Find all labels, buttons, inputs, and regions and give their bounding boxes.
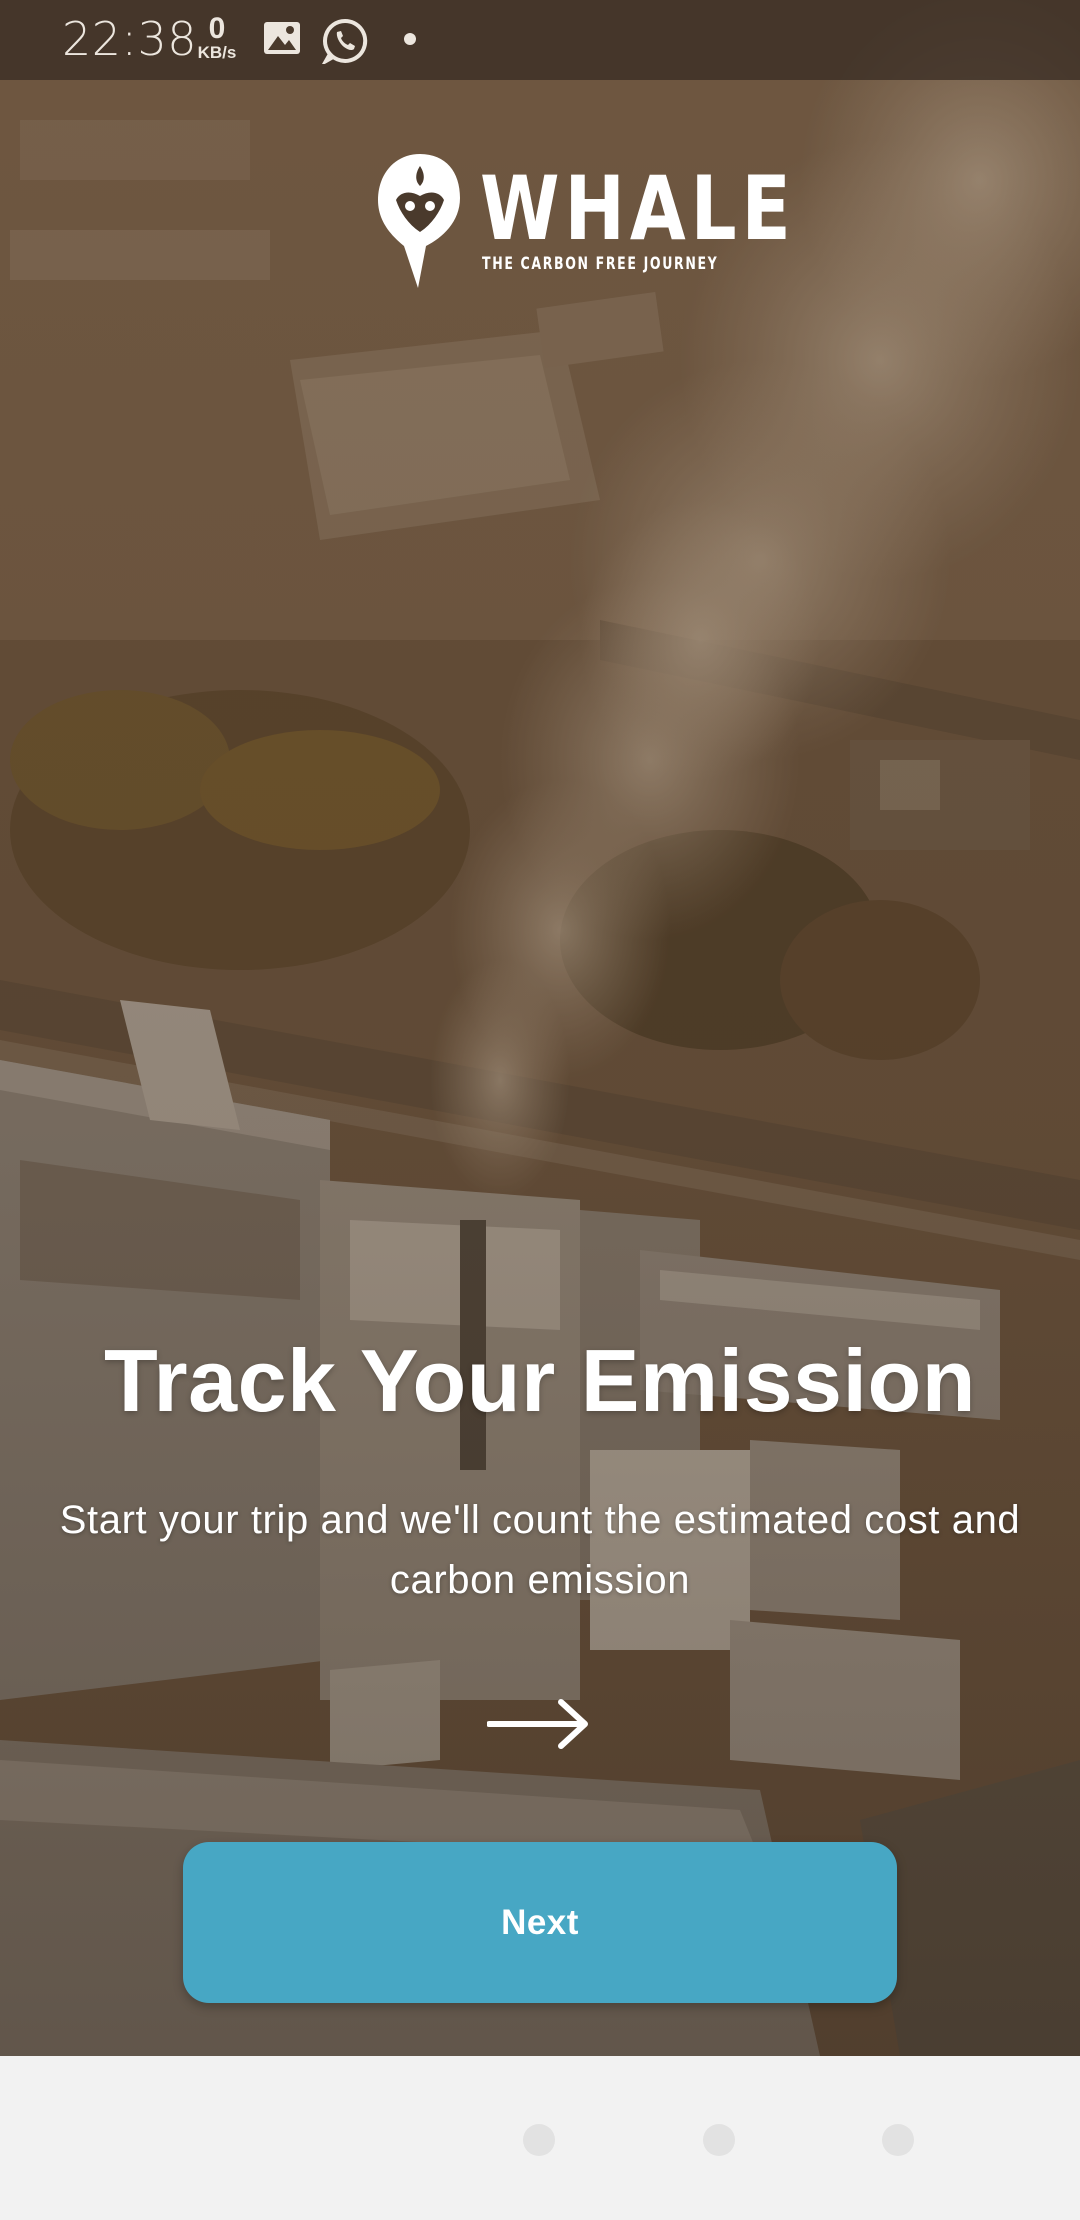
next-button[interactable]: Next <box>183 1842 897 2003</box>
notification-dot-icon <box>403 32 417 51</box>
nav-back-button[interactable] <box>523 2124 555 2156</box>
network-speed-indicator: 0 KB/s <box>190 14 244 62</box>
arrow-right-icon <box>486 1696 593 1757</box>
logo-tagline: THE CARBON FREE JOURNEY <box>482 254 719 274</box>
whatsapp-icon <box>320 18 368 69</box>
onboarding-title: Track Your Emission <box>104 1331 976 1430</box>
image-icon <box>262 18 302 63</box>
whale-logo: WHALE THE CARBON FREE JOURNEY <box>368 150 791 300</box>
whale-logo-icon <box>378 154 460 288</box>
onboarding-subtitle: Start your trip and we'll count the esti… <box>59 1498 1021 1602</box>
network-speed-value: 0 <box>208 12 226 45</box>
logo-wordmark: WHALE <box>480 157 796 260</box>
nav-home-button[interactable] <box>703 2124 735 2156</box>
status-time: 22:38 <box>62 12 198 66</box>
nav-recents-button[interactable] <box>882 2124 914 2156</box>
network-speed-unit: KB/s <box>197 43 237 62</box>
status-bar: 22:38 0 KB/s <box>0 0 1080 80</box>
